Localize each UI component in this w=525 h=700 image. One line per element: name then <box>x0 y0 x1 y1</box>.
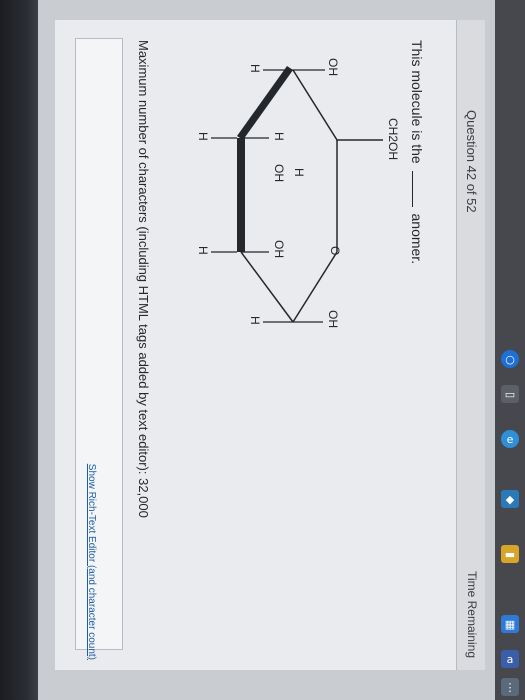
right-oh-label: OH <box>326 310 340 328</box>
dots-icon[interactable]: ⋮ <box>501 678 519 696</box>
ring-right-lower-bond <box>240 251 294 323</box>
prompt-after: anomer. <box>409 213 425 265</box>
ch2oh-label: CH2OH <box>386 118 400 160</box>
c4-oh-inner: OH <box>272 164 286 182</box>
browser-icon[interactable]: e <box>501 430 519 448</box>
window-icon[interactable]: ▭ <box>501 385 519 403</box>
ring-left-upper-bond <box>292 69 338 141</box>
c4-h-label: H <box>272 132 286 141</box>
exam-header: Question 42 of 52 Time Remaining <box>456 20 485 670</box>
store-icon[interactable]: ▦ <box>501 615 519 633</box>
show-rich-text-editor-link[interactable]: Show Rich-Text Editor (and character cou… <box>86 464 97 660</box>
screen: Question 42 of 52 Time Remaining This mo… <box>0 0 525 700</box>
left-h-label: H <box>248 64 262 73</box>
question-counter: Question 42 of 52 <box>464 110 479 213</box>
bottom-h2-label: H <box>196 246 210 255</box>
time-remaining[interactable]: Time Remaining <box>465 571 479 658</box>
exam-panel: Question 42 of 52 Time Remaining This mo… <box>55 20 485 670</box>
circle-icon[interactable]: ○ <box>501 350 519 368</box>
ring-left-lower-bond <box>237 66 293 140</box>
ring-bottom-bond <box>237 138 245 252</box>
folder-icon[interactable]: ▬ <box>501 545 519 563</box>
question-prompt: This molecule is the anomer. <box>409 40 425 264</box>
ring-o-label: O <box>328 246 342 255</box>
c3-oh-label: OH <box>272 240 286 258</box>
taskbar: ○ ▭ e ◆ ▬ ▦ a ⋮ <box>495 0 525 700</box>
prompt-before: This molecule is the <box>409 40 425 164</box>
blank-line <box>412 170 413 207</box>
right-h-label: H <box>248 316 262 325</box>
max-characters-note: Maximum number of characters (including … <box>136 40 151 518</box>
answer-editor[interactable] <box>75 38 123 650</box>
c4-h-inner: H <box>292 168 306 177</box>
app-icon[interactable]: ◆ <box>501 490 519 508</box>
bottom-h1-label: H <box>196 132 210 141</box>
left-bezel <box>0 0 38 700</box>
left-oh-label: OH <box>326 58 340 76</box>
haworth-structure: CH2OH O OH H H H OH H H OH OH H <box>196 58 400 328</box>
a-icon[interactable]: a <box>501 650 519 668</box>
